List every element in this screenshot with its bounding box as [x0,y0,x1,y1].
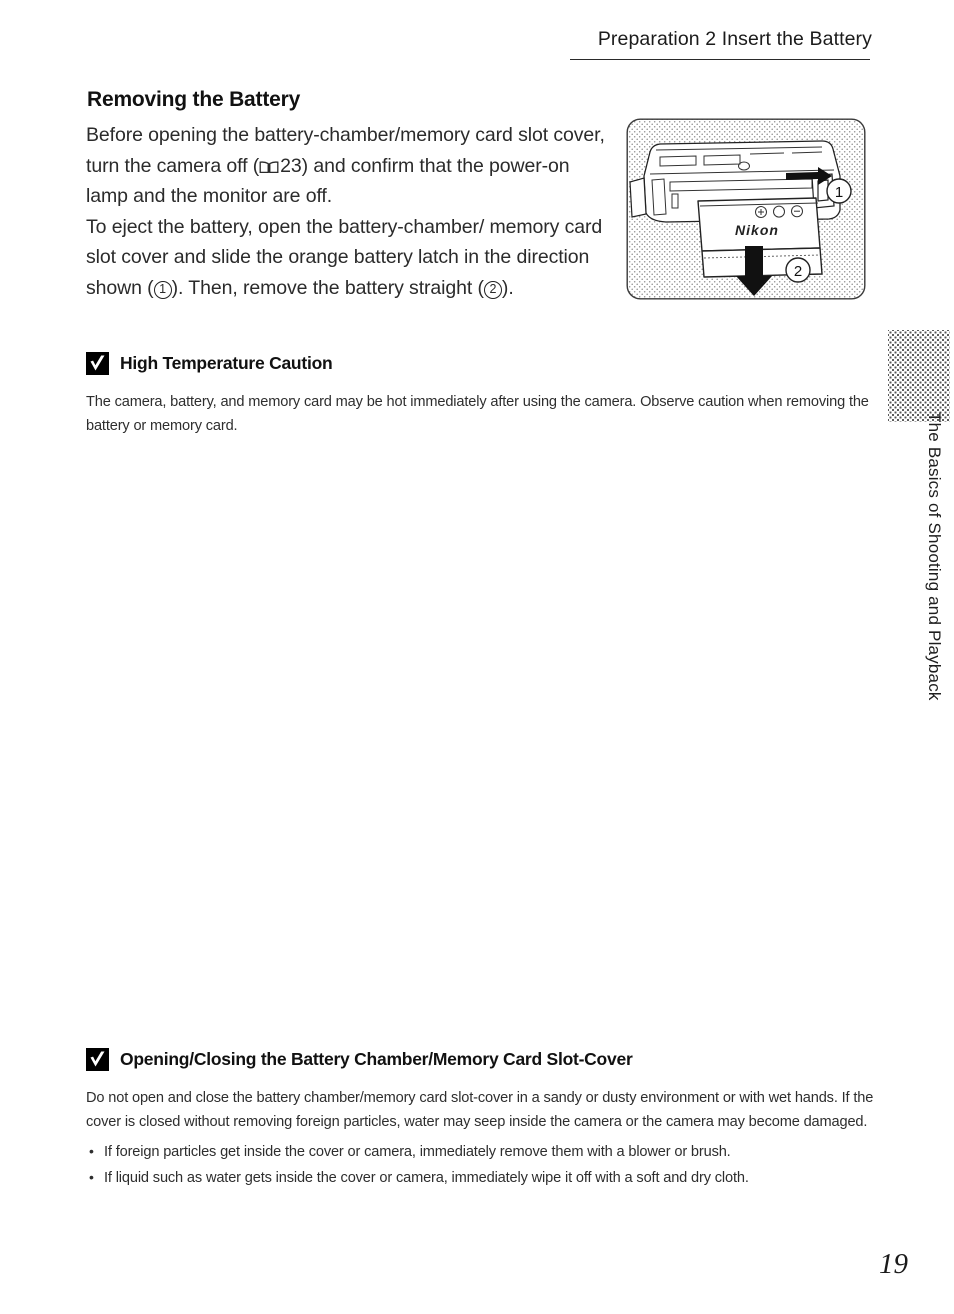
intro-paragraph-2: To eject the battery, open the battery-c… [86,212,608,304]
intro-text-block: Before opening the battery-chamber/memor… [86,120,608,303]
header-rule [570,59,870,60]
chapter-label: The Basics of Shooting and Playback [925,412,944,701]
intro-paragraph-1: Before opening the battery-chamber/memor… [86,120,608,212]
page-number: 19 [879,1248,908,1280]
caution2-bullet-list: If foreign particles get inside the cove… [86,1139,876,1190]
circled-number-1: 1 [153,280,172,299]
intro-p1-ref: 23 [280,154,302,177]
caution2-title: Opening/Closing the Battery Chamber/Memo… [120,1049,633,1069]
intro-p2-part3: ). [501,276,514,299]
svg-text:Nikon: Nikon [735,222,779,238]
svg-text:1: 1 [835,184,843,201]
list-item: If foreign particles get inside the cove… [86,1139,876,1164]
intro-p2-part2: ). Then, remove the battery straight ( [171,276,484,299]
document-page: Preparation 2 Insert the Battery Removin… [0,0,954,1314]
manual-reference-icon [259,160,279,174]
caution2-paragraph: Do not open and close the battery chambe… [86,1090,874,1130]
chapter-thumb-tab [888,330,950,422]
caution-check-icon [86,1048,109,1071]
list-item: If liquid such as water gets inside the … [86,1165,876,1190]
camera-battery-removal-figure: Nikon 1 2 [626,118,866,300]
slot-cover-caution-body: Do not open and close the battery chambe… [86,1086,876,1192]
slot-cover-caution-header: Opening/Closing the Battery Chamber/Memo… [86,1048,633,1071]
caution1-title: High Temperature Caution [120,353,333,373]
caution1-paragraph: The camera, battery, and memory card may… [86,394,869,434]
circled-number-2: 2 [483,280,502,299]
high-temperature-caution-header: High Temperature Caution [86,352,333,375]
running-header: Preparation 2 Insert the Battery [597,28,872,50]
high-temperature-caution-body: The camera, battery, and memory card may… [86,390,876,438]
svg-text:2: 2 [794,263,802,280]
caution-check-icon [86,352,109,375]
section-heading: Removing the Battery [87,88,301,111]
